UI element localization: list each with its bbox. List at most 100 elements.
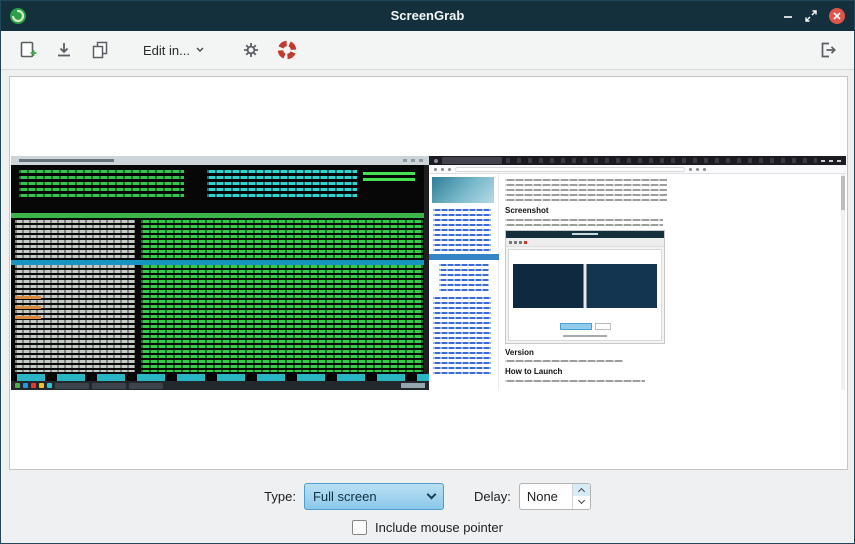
menu-icon — [703, 168, 706, 171]
embedded-tool-icon — [514, 241, 517, 244]
preview-area: Screenshot — [9, 76, 848, 470]
embedded-delay-spinbox — [595, 323, 611, 330]
sidebar-toc-links — [433, 209, 491, 251]
manual-content: Screenshot — [499, 174, 679, 390]
gear-icon — [241, 40, 261, 60]
include-pointer-checkbox[interactable] — [352, 520, 367, 535]
chevron-down-icon — [427, 490, 437, 500]
launch-text-line — [505, 380, 645, 383]
type-label: Type: — [264, 489, 296, 504]
titlebar[interactable]: ScreenGrab — [1, 1, 854, 31]
firefox-scrollbar — [841, 174, 845, 390]
close-button[interactable] — [828, 7, 846, 25]
chevron-up-icon — [578, 488, 585, 495]
tab-strip — [506, 158, 817, 163]
new-screenshot-button[interactable] — [13, 35, 43, 65]
htop-load-average — [363, 172, 415, 181]
htop-selected-row — [11, 260, 429, 265]
embedded-checkbox-row — [509, 335, 661, 337]
embedded-toolbar — [506, 238, 664, 247]
combo-arrow-area[interactable] — [421, 484, 443, 509]
delay-spinbox[interactable]: None — [519, 483, 591, 510]
help-lifebuoy-icon — [276, 39, 298, 61]
manual-sidebar — [429, 174, 499, 390]
manual-page: Screenshot — [429, 174, 846, 390]
maximize-button[interactable] — [804, 9, 818, 23]
embedded-tool-icon — [509, 241, 512, 244]
screenshot-thumbnail: Screenshot — [11, 156, 846, 390]
spin-buttons — [572, 484, 590, 509]
sidebar-sub-links — [439, 264, 489, 292]
firefox-tabbar — [429, 156, 846, 165]
taskbar-window-button — [92, 383, 126, 389]
spin-up-button[interactable] — [573, 484, 590, 497]
active-tab — [442, 157, 502, 164]
settings-button[interactable] — [236, 35, 266, 65]
page-whitespace — [679, 174, 846, 390]
forward-icon — [441, 168, 444, 171]
minimize-button[interactable] — [782, 10, 794, 22]
intro-paragraph — [505, 179, 667, 203]
embedded-help-icon — [524, 241, 527, 244]
heading-version: Version — [505, 348, 534, 357]
embedded-preview — [508, 249, 662, 341]
terminal-titlebar — [11, 156, 429, 165]
type-select[interactable]: Full screen — [304, 483, 444, 510]
nav-icon — [689, 168, 692, 171]
taskbar-app-icon — [15, 383, 20, 388]
reload-icon — [448, 168, 451, 171]
paragraph — [505, 219, 663, 227]
new-screenshot-icon — [17, 39, 39, 61]
include-pointer-label: Include mouse pointer — [375, 520, 503, 535]
spin-down-button[interactable] — [573, 496, 590, 509]
type-value: Full screen — [305, 489, 421, 504]
firefox-window: Screenshot — [429, 156, 846, 390]
capture-options-row: Type: Full screen Delay: None — [1, 482, 854, 510]
taskbar-app-icon — [47, 383, 52, 388]
screengrab-window: ScreenGrab — [0, 0, 855, 544]
firefox-window-controls — [821, 160, 841, 162]
back-icon — [434, 168, 437, 171]
sidebar-toc-links — [433, 297, 491, 375]
quit-button[interactable] — [812, 35, 842, 65]
heading-screenshot: Screenshot — [505, 206, 549, 215]
htop-cpu-meters — [19, 170, 184, 197]
window-title: ScreenGrab — [1, 1, 854, 31]
taskbar-app-icon — [31, 383, 36, 388]
tab-favicon — [434, 159, 438, 163]
embedded-type-select — [560, 323, 592, 330]
edit-in-button[interactable]: Edit in... — [137, 35, 210, 65]
desktop-taskbar — [11, 381, 429, 390]
delay-label: Delay: — [474, 489, 511, 504]
embedded-screengrab-screenshot — [505, 230, 665, 344]
version-text-line — [505, 360, 623, 363]
htop-function-key-bar — [11, 374, 429, 381]
url-bar — [455, 167, 685, 172]
htop-highlight-cell — [15, 296, 41, 299]
save-icon — [53, 39, 75, 61]
pointer-option-row: Include mouse pointer — [1, 516, 854, 538]
taskbar-window-button — [55, 383, 89, 389]
htop-info-text — [207, 170, 357, 197]
help-button[interactable] — [272, 35, 302, 65]
minimize-glyph — [821, 160, 825, 162]
taskbar-app-icon — [23, 383, 28, 388]
chevron-down-icon — [578, 497, 585, 504]
embedded-controls — [509, 323, 661, 330]
htop-column-header — [11, 213, 429, 218]
maximize-glyph — [829, 160, 833, 162]
sidebar-selected-item — [429, 254, 499, 260]
taskbar-app-icon — [39, 383, 44, 388]
delay-value: None — [520, 484, 572, 509]
chevron-down-icon — [196, 47, 204, 53]
heading-how-to-launch: How to Launch — [505, 367, 562, 376]
htop-highlight-cell — [15, 306, 41, 309]
toolbar: Edit in... — [1, 31, 854, 70]
nav-icon — [696, 168, 699, 171]
copy-button[interactable] — [85, 35, 115, 65]
terminal-window — [11, 156, 429, 390]
sidebar-cover-image — [432, 177, 494, 203]
save-button[interactable] — [49, 35, 79, 65]
edit-in-label: Edit in... — [143, 43, 190, 58]
window-controls — [782, 1, 846, 31]
